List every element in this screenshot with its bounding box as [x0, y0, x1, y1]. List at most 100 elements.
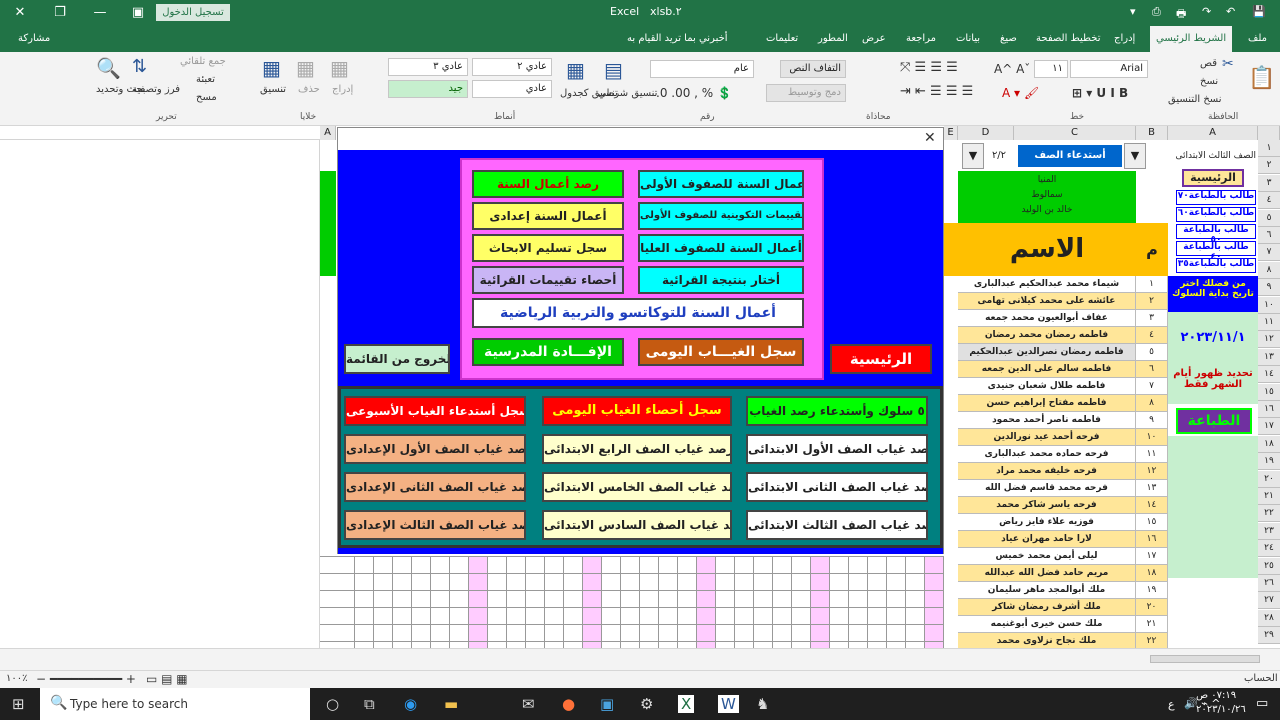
- absence-p5-button[interactable]: رصد غياب الصف الخامس الابتدائى: [542, 472, 732, 502]
- tokkatsu-pe-button[interactable]: أعمال السنة للتوكاتسو والتربية الرياضية: [472, 298, 804, 328]
- row-header[interactable]: ٢٠: [1258, 470, 1280, 488]
- weekly-absence-button[interactable]: سجل أستدعاء الغياب الأسبوعى: [344, 396, 526, 426]
- student-name[interactable]: عفاف أبوالعيون محمد جمعه: [958, 310, 1136, 327]
- mail-icon[interactable]: ✉: [522, 695, 535, 713]
- student-number[interactable]: ٢٠: [1136, 599, 1168, 616]
- print-icon[interactable]: 🖶: [1176, 5, 1186, 24]
- undo-icon[interactable]: ↶: [1226, 5, 1235, 18]
- col-header-e[interactable]: E: [944, 126, 958, 140]
- daily-stats-button[interactable]: سجل أحصاء الغياب اليومى: [542, 396, 732, 426]
- notification-icon[interactable]: ▭: [1256, 696, 1268, 711]
- reading-stats-button[interactable]: أحصاء تقييمات القرائية: [472, 266, 624, 294]
- row-header[interactable]: ٥: [1258, 209, 1280, 227]
- print40-button[interactable]: طالب بالطباعة ٤٠: [1176, 241, 1256, 262]
- redo-icon[interactable]: ↷: [1202, 5, 1211, 18]
- student-name[interactable]: فاطمه طلال شعبان جنيدى: [958, 378, 1136, 395]
- font-name-box[interactable]: Arial: [1070, 60, 1148, 78]
- student-name[interactable]: فرحه محمد قاسم فضل الله: [958, 480, 1136, 497]
- daily-absence-button[interactable]: سجل الغيـــاب اليومى: [638, 338, 804, 366]
- cut-icon[interactable]: ✂: [1222, 56, 1234, 72]
- row-header[interactable]: ٢٧: [1258, 592, 1280, 610]
- absence-m2-button[interactable]: رصد غياب الصف الثانى الإعدادى: [344, 472, 526, 502]
- row-header[interactable]: ٢٤: [1258, 540, 1280, 558]
- col-header-c[interactable]: C: [1014, 126, 1136, 140]
- number-format-box[interactable]: عام: [650, 60, 754, 78]
- sort-filter-label[interactable]: فرز وتصفية: [132, 84, 180, 95]
- zoom-level[interactable]: ١٠٠٪: [6, 673, 28, 684]
- format-painter-label[interactable]: نسخ التنسيق: [1168, 94, 1221, 105]
- row-header[interactable]: ٨: [1258, 261, 1280, 279]
- print50-button[interactable]: طالب بالطباعة ٥٠: [1176, 224, 1256, 245]
- share-button[interactable]: مشاركة: [18, 26, 50, 52]
- student-number[interactable]: ١٣: [1136, 480, 1168, 497]
- start-date-cell[interactable]: ٢٠٢٣/١١/١: [1168, 312, 1258, 364]
- style-normal3[interactable]: عادي ٣: [388, 58, 468, 76]
- settings-icon[interactable]: ⚙: [640, 695, 653, 713]
- row-header[interactable]: ١١: [1258, 314, 1280, 331]
- yearwork-record-button[interactable]: رصد أعمال السنة: [472, 170, 624, 198]
- student-number[interactable]: ٣: [1136, 310, 1168, 327]
- formative-assessment-button[interactable]: التقييمات التكوينية للصفوف الأولى: [638, 202, 804, 230]
- wrap-text-button[interactable]: التفاف النص: [780, 60, 846, 78]
- ribbon-display-icon[interactable]: ▣: [118, 0, 158, 26]
- input-language[interactable]: ع: [1168, 698, 1175, 711]
- row-header[interactable]: ٢٥: [1258, 557, 1280, 575]
- photos-icon[interactable]: ▣: [600, 695, 614, 713]
- student-name[interactable]: مريم حامد فضل الله عبدالله: [958, 565, 1136, 582]
- col-header-d[interactable]: D: [958, 126, 1014, 140]
- fill-label[interactable]: تعبئة: [196, 74, 215, 85]
- row-header[interactable]: ١٣: [1258, 348, 1280, 366]
- horizontal-scrollbar[interactable]: [1150, 655, 1260, 663]
- row-header[interactable]: ١٦: [1258, 401, 1280, 418]
- edge-icon[interactable]: ◉: [404, 695, 417, 713]
- student-name[interactable]: فوزيه علاء فايز رياض: [958, 514, 1136, 531]
- font-color-icon[interactable]: A ▾ 🖌: [1002, 86, 1039, 100]
- tab-insert[interactable]: إدراج: [1114, 26, 1135, 52]
- close-window-button[interactable]: ✕: [0, 0, 40, 26]
- tab-view[interactable]: عرض: [862, 26, 886, 52]
- absence-p1-button[interactable]: رصد غياب الصف الأول الابتدائى: [746, 434, 928, 464]
- tab-home[interactable]: الشريط الرئيسي: [1150, 26, 1233, 52]
- behavior-absence-button[interactable]: ٥ سلوك وأستدعاء رصد الغياب: [746, 396, 928, 426]
- row-header[interactable]: ١٨: [1258, 435, 1280, 453]
- student-number[interactable]: ١٠: [1136, 429, 1168, 446]
- row-header[interactable]: ٢٦: [1258, 575, 1280, 592]
- absence-m3-button[interactable]: رصد غياب الصف الثالث الإعدادى: [344, 510, 526, 540]
- print60-button[interactable]: طالب بالطباعة٦٠: [1176, 207, 1256, 222]
- student-number[interactable]: ٩: [1136, 412, 1168, 429]
- student-number[interactable]: ٦: [1136, 361, 1168, 378]
- student-name[interactable]: فاطمه سالم على الدين جمعه: [958, 361, 1136, 378]
- reading-result-button[interactable]: أختار بنتيجة القرائية: [638, 266, 804, 294]
- row-header[interactable]: ١: [1258, 140, 1280, 157]
- cut-label[interactable]: قص: [1200, 58, 1217, 69]
- print70-button[interactable]: طالب بالطباعة٧٠: [1176, 190, 1256, 205]
- row-header[interactable]: ٢١: [1258, 488, 1280, 505]
- row-header[interactable]: ٢٨: [1258, 609, 1280, 627]
- row-header[interactable]: ٢٩: [1258, 627, 1280, 645]
- student-name[interactable]: لارا حامد مهران عياد: [958, 531, 1136, 548]
- student-name[interactable]: فرحه خليفه محمد مراد: [958, 463, 1136, 480]
- tab-formulas[interactable]: صيغ: [1000, 26, 1017, 52]
- autosum-label[interactable]: جمع تلقائي: [180, 56, 226, 67]
- row-header[interactable]: ٢٣: [1258, 522, 1280, 540]
- save-icon[interactable]: 💾: [1252, 5, 1266, 18]
- student-number[interactable]: ٢٢: [1136, 633, 1168, 648]
- school-report-button[interactable]: الإفـــادة المدرسية: [472, 338, 624, 366]
- minimize-window-button[interactable]: —: [80, 0, 120, 26]
- student-number[interactable]: ١٦: [1136, 531, 1168, 548]
- format-cells-label[interactable]: تنسيق: [260, 84, 286, 95]
- qat-customize-icon[interactable]: ▾: [1130, 5, 1136, 18]
- student-number[interactable]: ١٤: [1136, 497, 1168, 514]
- student-name[interactable]: فاطمه رمضان نصرالدين عبدالحكيم: [958, 344, 1136, 361]
- sign-in-button[interactable]: تسجيل الدخول: [156, 4, 230, 21]
- student-number[interactable]: ١٢: [1136, 463, 1168, 480]
- row-header[interactable]: ٤: [1258, 192, 1280, 210]
- font-grow-icon[interactable]: A^ Aˇ: [994, 62, 1030, 76]
- row-header[interactable]: ٢٢: [1258, 505, 1280, 523]
- tab-help[interactable]: تعليمات: [766, 26, 798, 52]
- student-number[interactable]: ٤: [1136, 327, 1168, 344]
- grade-dropdown-icon[interactable]: ▼: [1124, 143, 1146, 169]
- clear-label[interactable]: مسح: [196, 92, 217, 103]
- view-mode-icons[interactable]: ▭ ▤ ▦: [146, 672, 188, 686]
- student-name[interactable]: عائشه على محمد كيلانى تهامى: [958, 293, 1136, 310]
